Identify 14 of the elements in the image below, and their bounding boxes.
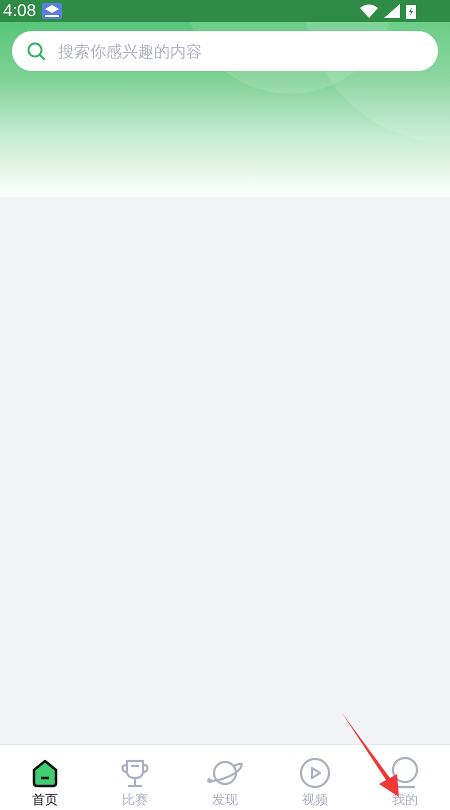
play-icon bbox=[299, 757, 331, 789]
nav-tab[interactable]: 首页 bbox=[0, 745, 90, 810]
nav-tab[interactable]: 视频 bbox=[270, 745, 360, 810]
nav-tab[interactable]: 发现 bbox=[180, 745, 270, 810]
search-field[interactable]: 搜索你感兴趣的内容 bbox=[12, 31, 438, 71]
app-notification-icon bbox=[42, 3, 62, 19]
search-icon bbox=[26, 41, 46, 61]
person-icon bbox=[389, 757, 421, 789]
status-time: 4:08 bbox=[3, 1, 36, 21]
signal-icon bbox=[384, 4, 400, 18]
nav-tab[interactable]: 我的 bbox=[360, 745, 450, 810]
wifi-icon bbox=[360, 4, 378, 18]
nav-tab[interactable]: 比赛 bbox=[90, 745, 180, 810]
battery-icon bbox=[406, 4, 416, 18]
